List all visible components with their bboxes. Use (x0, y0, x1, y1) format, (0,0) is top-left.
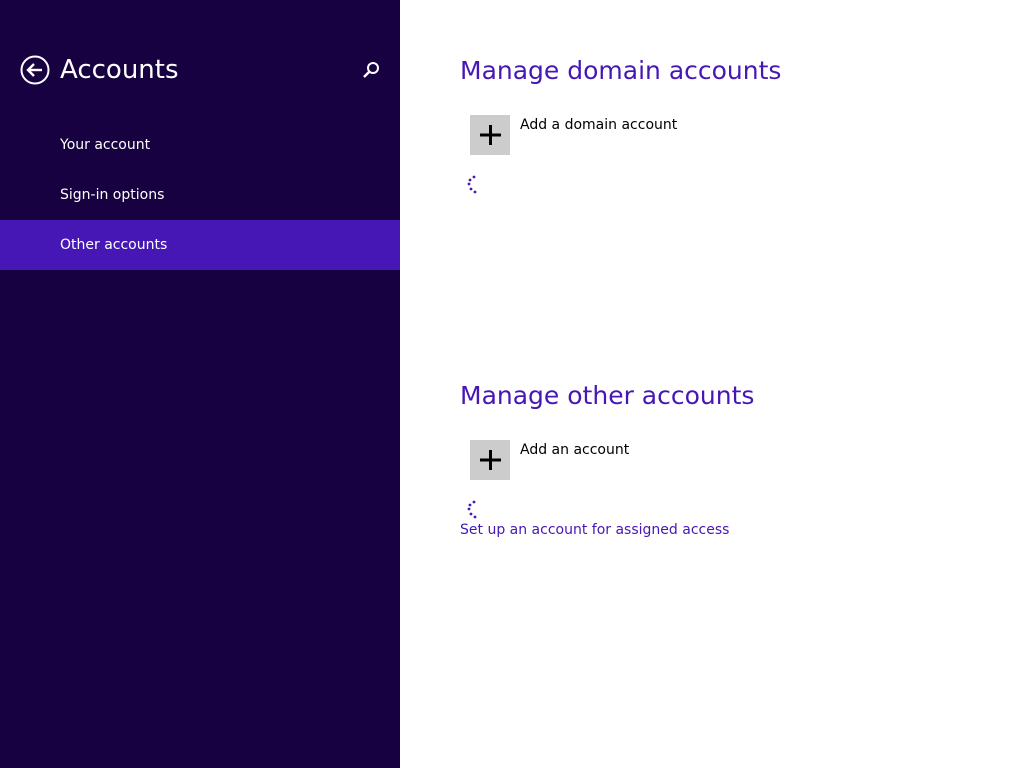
main-content: Manage domain accounts Add a domain acco… (400, 0, 1024, 768)
back-arrow-circle-icon (20, 55, 50, 85)
search-button[interactable] (360, 60, 382, 82)
sidebar-item-label: Sign-in options (60, 187, 165, 203)
sidebar-nav: Your account Sign-in options Other accou… (0, 120, 400, 270)
assigned-access-link[interactable]: Set up an account for assigned access (460, 520, 729, 540)
back-button[interactable] (20, 55, 50, 85)
search-icon (360, 62, 382, 86)
sidebar-item-sign-in-options[interactable]: Sign-in options (0, 170, 400, 220)
pc-settings-window: Accounts Your account Sign-in options Ot… (0, 0, 1024, 768)
sidebar-item-label: Other accounts (60, 237, 168, 253)
plus-icon (470, 440, 510, 480)
page-title: Accounts (60, 55, 179, 85)
plus-icon (470, 115, 510, 155)
other-section-title: Manage other accounts (460, 381, 755, 410)
sidebar-item-label: Your account (60, 137, 151, 153)
add-domain-account-button[interactable]: Add a domain account (470, 115, 730, 155)
loading-spinner-icon (466, 175, 482, 195)
add-account-button[interactable]: Add an account (470, 440, 690, 480)
sidebar: Accounts Your account Sign-in options Ot… (0, 0, 400, 768)
domain-section-title: Manage domain accounts (460, 56, 782, 85)
loading-spinner-icon (466, 500, 482, 520)
add-domain-account-label: Add a domain account (520, 117, 678, 133)
add-account-label: Add an account (520, 442, 630, 458)
sidebar-item-other-accounts[interactable]: Other accounts (0, 220, 400, 270)
sidebar-item-your-account[interactable]: Your account (0, 120, 400, 170)
